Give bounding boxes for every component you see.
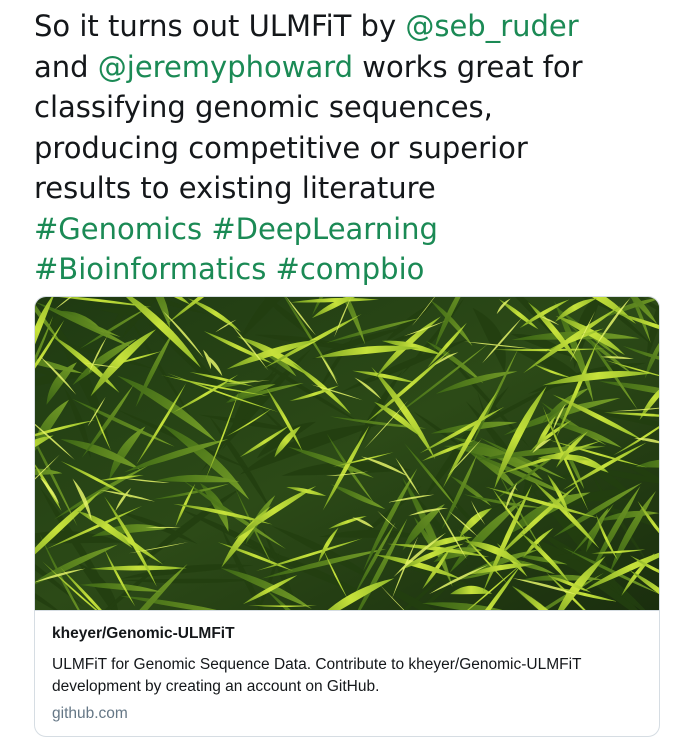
hashtag-deeplearning-link[interactable]: #DeepLearning <box>211 212 438 246</box>
tweet-text-part: So it turns out ULMFiT by <box>34 9 406 43</box>
card-image[interactable] <box>35 297 660 610</box>
tweet-text: So it turns out ULMFiT by @seb_ruder and… <box>34 6 674 290</box>
tweet-text-part <box>202 212 211 246</box>
card-body[interactable]: kheyer/Genomic-ULMFiT ULMFiT for Genomic… <box>35 610 659 736</box>
card-title[interactable]: kheyer/Genomic-ULMFiT <box>52 625 235 643</box>
mention-seb-ruder-link[interactable]: @seb_ruder <box>405 9 578 43</box>
card-domain: github.com <box>52 705 128 722</box>
tweet-text-part <box>266 252 275 286</box>
tweet-text-part: and <box>34 49 89 84</box>
card-description: ULMFiT for Genomic Sequence Data. Contri… <box>52 656 582 695</box>
hashtag-bioinformatics-link[interactable]: #Bioinformatics <box>34 252 266 286</box>
link-preview-card[interactable]: kheyer/Genomic-ULMFiT ULMFiT for Genomic… <box>34 296 660 737</box>
hashtag-compbio-link[interactable]: #compbio <box>276 252 425 286</box>
hashtag-genomics-link[interactable]: #Genomics <box>34 212 202 246</box>
mention-jeremyphoward-link[interactable]: @jeremyphoward <box>98 50 353 84</box>
